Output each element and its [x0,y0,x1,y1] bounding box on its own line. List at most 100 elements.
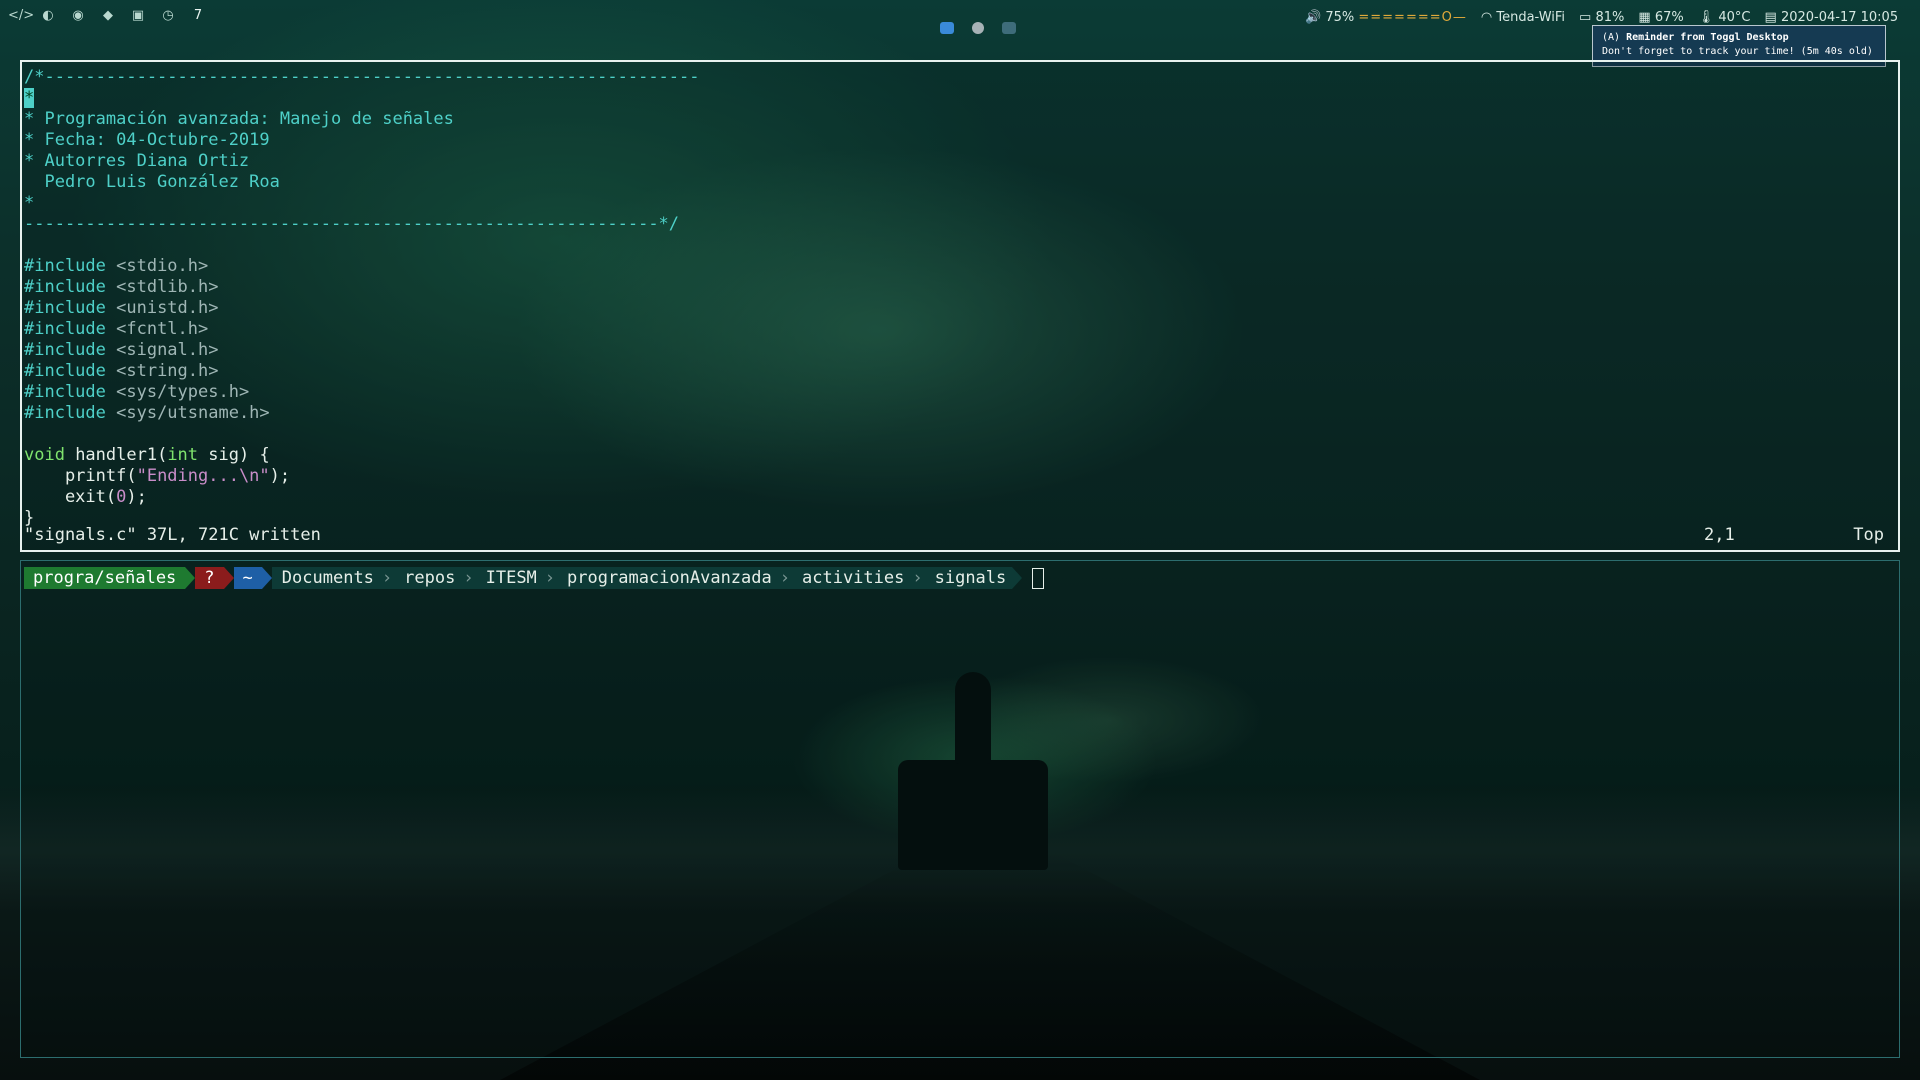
code-line[interactable]: ----------------------------------------… [24,214,700,235]
code-token: 0 [116,487,127,507]
book-icon[interactable]: ▣ [128,8,148,23]
git-status-segment: ? [195,567,224,589]
prompt-separator [223,567,234,589]
code-line[interactable]: #include <stdlib.h> [24,277,700,298]
code-line[interactable]: #include <sys/types.h> [24,382,700,403]
wifi-indicator[interactable]: ◠ Tenda-WiFi [1481,10,1565,25]
prompt-separator [261,567,272,589]
date-indicator[interactable]: ▤ 2020-04-17 10:05 [1765,10,1899,25]
code-line[interactable] [24,424,700,445]
code-line[interactable]: #include <string.h> [24,361,700,382]
notification-body: Don't forget to track your time! (5m 40s… [1602,46,1873,57]
code-line[interactable]: * Autorres Diana Ortiz [24,151,700,172]
system-tray [940,22,1016,34]
wifi-name: Tenda-WiFi [1496,10,1566,25]
volume-slider[interactable]: =======O— [1358,10,1466,25]
path-part: Documents [271,567,380,589]
battery-indicator: ▭ 81% [1579,10,1624,25]
code-token: * Fecha: 04-Octubre-2019 [24,130,270,150]
code-token: void [24,445,65,465]
notification-header: (A) Reminder from Toggl Desktop [1602,31,1876,45]
code-line[interactable] [24,235,700,256]
code-token: Pedro Luis González Roa [24,172,280,192]
code-token: <sys/types.h> [116,382,250,402]
path-segment: Documents › repos › ITESM › programacionAvanza… [271,567,1013,589]
code-icon[interactable]: </> [8,8,34,23]
temperature-value: 40°C [1718,10,1751,25]
code-token: <string.h> [116,361,219,381]
code-token: "Ending...\n" [136,466,270,486]
code-token: printf( [24,466,137,486]
calendar-icon: ▤ [1764,10,1777,25]
code-token: int [167,445,199,465]
workspace-number[interactable]: 7 [188,8,208,23]
vim-statusline: "signals.c" 37L, 721C written 2,1 Top [24,525,1884,546]
spotify-icon[interactable]: ◉ [68,8,88,23]
code-token: <stdio.h> [116,256,209,276]
code-token: <sys/utsname.h> [116,403,270,423]
code-token: #include [24,256,117,276]
code-line[interactable]: * [24,88,700,109]
code-token: <signal.h> [116,340,219,360]
code-line[interactable]: * Fecha: 04-Octubre-2019 [24,130,700,151]
volume-indicator[interactable]: 🔊 75% =======O— [1305,10,1467,25]
terminal-window[interactable]: progra/señales ? ~ Documents › repos › ITESM… [20,560,1900,1058]
globe-icon[interactable]: ◐ [38,8,58,23]
screenshot-icon[interactable] [1002,22,1016,34]
code-token: #include [24,319,117,339]
git-icon[interactable]: ◆ [98,8,118,23]
code-token: sig) { [198,445,270,465]
code-token: handler1( [64,445,168,465]
shell-prompt: progra/señales ? ~ Documents › repos › ITESM… [24,567,1045,589]
code-line[interactable]: exit(0); [24,487,700,508]
datetime-value: 2020-04-17 10:05 [1780,10,1899,25]
code-token: ); [126,487,147,507]
memory-value: 67% [1654,10,1684,25]
path-chevron-icon: › [910,567,925,589]
code-line[interactable]: #include <stdio.h> [24,256,700,277]
path-part: ITESM [475,567,543,589]
code-line[interactable]: Pedro Luis González Roa [24,172,700,193]
battery-icon: ▭ [1579,10,1592,25]
code-line[interactable]: #include <fcntl.h> [24,319,700,340]
scroll-position: Top [1853,525,1884,545]
zoom-icon[interactable] [940,22,954,34]
code-token: /*--------------------------------------… [24,67,700,87]
code-token: * Programación avanzada: Manejo de señal… [24,109,454,129]
code-line[interactable]: * [24,193,700,214]
code-token: <stdlib.h> [116,277,219,297]
code-line[interactable]: void handler1(int sig) { [24,445,700,466]
wifi-icon: ◠ [1480,10,1493,25]
battery-value: 81% [1595,10,1625,25]
code-line[interactable]: #include <sys/utsname.h> [24,403,700,424]
vim-editor-window[interactable]: /*--------------------------------------… [20,60,1900,552]
path-part: activities [792,567,911,589]
clock-icon[interactable]: ◷ [158,8,178,23]
path-part: signals [924,567,1013,589]
git-branch-segment: progra/señales [24,567,186,589]
code-line[interactable]: * Programación avanzada: Manejo de señal… [24,109,700,130]
memory-indicator: ▦ 67% [1638,10,1683,25]
code-token: * Autorres Diana Ortiz [24,151,250,171]
code-token: #include [24,298,117,318]
code-line[interactable]: #include <signal.h> [24,340,700,361]
code-token: <unistd.h> [116,298,219,318]
path-chevron-icon: › [461,567,476,589]
thermometer-icon: 🌡 [1697,10,1715,25]
notification-prefix: (A) [1602,32,1621,43]
volume-icon: 🔊 [1305,10,1322,25]
path-part: programacionAvanzada [557,567,778,589]
path-chevron-icon: › [542,567,558,589]
code-token: #include [24,361,117,381]
path-chevron-icon: › [777,567,792,589]
code-token: #include [24,382,117,402]
code-line[interactable]: /*--------------------------------------… [24,67,700,88]
prompt-separator [185,567,196,589]
code-line[interactable]: #include <unistd.h> [24,298,700,319]
steam-icon[interactable] [972,22,984,34]
cursor-position: 2,1 [1704,525,1735,545]
terminal-cursor[interactable] [1032,567,1045,589]
code-buffer[interactable]: /*--------------------------------------… [24,67,700,529]
code-line[interactable]: printf("Ending...\n"); [24,466,700,487]
path-part: repos [394,567,462,589]
